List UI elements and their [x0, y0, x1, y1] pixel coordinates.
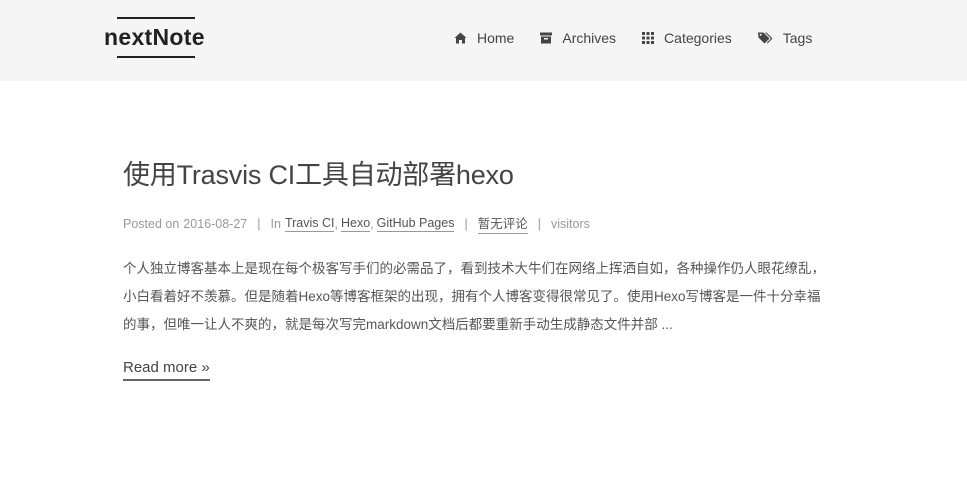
nav-item-categories[interactable]: Categories	[642, 30, 732, 46]
main-nav: Home Archives Categories Tags	[454, 30, 838, 46]
site-logo[interactable]: nextNote	[104, 24, 205, 51]
post-entry: 使用Trasvis CI工具自动部署hexo Posted on 2016-08…	[123, 158, 843, 382]
site-header: nextNote Home Archives Categories Tags	[0, 0, 967, 81]
in-label: In	[270, 216, 281, 231]
category-link-github-pages[interactable]: GitHub Pages	[376, 216, 455, 232]
meta-divider: |	[257, 216, 261, 231]
nav-item-archives[interactable]: Archives	[540, 30, 616, 46]
category-link-travis-ci[interactable]: Travis CI	[284, 216, 335, 232]
comments-link[interactable]: 暂无评论	[477, 213, 528, 235]
meta-comma: ,	[334, 216, 338, 231]
post-meta: Posted on 2016-08-27 | In Travis CI , He…	[123, 213, 843, 235]
archive-icon	[540, 32, 553, 44]
home-icon	[454, 32, 467, 44]
nav-label-tags: Tags	[782, 30, 813, 46]
visitors-count: visitors	[550, 216, 590, 231]
th-grid-icon	[642, 32, 655, 44]
nav-item-tags[interactable]: Tags	[757, 30, 813, 46]
logo-bottom-rule	[117, 56, 195, 58]
nav-label-archives: Archives	[562, 30, 617, 46]
nav-label-home: Home	[477, 30, 515, 46]
post-date: 2016-08-27	[183, 216, 248, 231]
meta-comma: ,	[370, 216, 374, 231]
meta-divider: |	[464, 216, 468, 231]
nav-item-home[interactable]: Home	[454, 30, 514, 46]
nav-label-categories: Categories	[664, 30, 732, 46]
category-link-hexo[interactable]: Hexo	[340, 216, 371, 232]
post-excerpt: 个人独立博客基本上是现在每个极客写手们的必需品了，看到技术大牛们在网络上挥洒自如…	[123, 261, 825, 333]
posted-on-label: Posted on	[123, 216, 180, 231]
post-title[interactable]: 使用Trasvis CI工具自动部署hexo	[123, 158, 843, 193]
read-more-button[interactable]: Read more »	[123, 359, 210, 382]
tags-icon	[757, 32, 773, 44]
meta-divider: |	[537, 216, 541, 231]
logo-top-rule	[117, 17, 195, 19]
